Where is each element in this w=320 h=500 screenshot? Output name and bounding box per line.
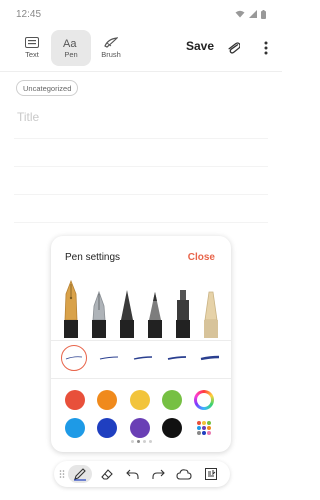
ruled-line xyxy=(14,222,268,223)
close-button[interactable]: Close xyxy=(188,252,215,263)
keyboard-icon xyxy=(25,37,39,48)
stroke-size-option[interactable] xyxy=(163,340,191,376)
stroke-size-option[interactable] xyxy=(196,340,224,376)
pencil-icon[interactable] xyxy=(145,280,165,338)
battery-icon xyxy=(261,9,266,19)
color-swatch-yellow[interactable] xyxy=(130,390,150,410)
page-dot xyxy=(142,440,146,443)
pen-tool-icon[interactable] xyxy=(68,465,92,483)
page-dot xyxy=(148,440,152,443)
stroke-preview-icon xyxy=(133,356,153,360)
insert-icon[interactable] xyxy=(202,465,220,483)
eraser-icon[interactable] xyxy=(98,465,116,483)
top-toolbar: Text Aa Pen Brush Save xyxy=(0,30,282,68)
color-swatch-black[interactable] xyxy=(162,418,182,438)
highlighter-icon[interactable] xyxy=(201,280,221,338)
drawing-toolbar xyxy=(54,461,230,487)
status-bar: 12:45 xyxy=(0,0,282,28)
stroke-preview-icon xyxy=(65,356,83,360)
fountain-pen-icon[interactable] xyxy=(61,280,81,338)
title-field[interactable]: Title xyxy=(17,110,39,124)
color-swatch-orange[interactable] xyxy=(97,390,117,410)
ruled-line xyxy=(14,138,268,139)
pen-mode-button[interactable]: Aa Pen xyxy=(51,30,91,66)
stroke-size-option[interactable] xyxy=(60,340,88,376)
brush-icon xyxy=(104,37,118,48)
attach-icon[interactable] xyxy=(228,40,240,56)
signal-icon xyxy=(249,10,257,18)
page-dot-active xyxy=(136,440,140,443)
shape-icon[interactable] xyxy=(175,465,193,483)
text-mode-label: Text xyxy=(25,50,39,59)
page-indicator xyxy=(51,440,231,443)
color-wheel-center xyxy=(197,393,211,407)
stroke-size-row xyxy=(51,340,231,376)
wifi-icon xyxy=(235,10,245,18)
svg-text:Aa: Aa xyxy=(63,38,77,48)
toolbar-divider xyxy=(0,71,282,72)
brush-mode-button[interactable]: Brush xyxy=(91,30,131,66)
marker-icon[interactable] xyxy=(173,280,193,338)
color-swatch-red[interactable] xyxy=(65,390,85,410)
pen-settings-title: Pen settings xyxy=(65,252,121,263)
color-palette xyxy=(51,384,231,440)
pen-settings-panel: Pen settings Close xyxy=(51,236,231,452)
color-swatch-green[interactable] xyxy=(162,390,182,410)
pen-type-row xyxy=(51,280,231,338)
color-wheel-icon[interactable] xyxy=(194,390,214,410)
palette-grid-icon[interactable] xyxy=(194,418,214,438)
page-dot xyxy=(130,440,134,443)
category-label: Uncategorized xyxy=(23,83,72,93)
redo-icon[interactable] xyxy=(149,465,167,483)
grip-icon[interactable] xyxy=(58,465,66,483)
color-swatch-blue[interactable] xyxy=(97,418,117,438)
selected-stroke-indicator xyxy=(61,345,87,371)
text-mode-button[interactable]: Text xyxy=(12,30,52,66)
stroke-preview-icon xyxy=(99,356,119,360)
status-time: 12:45 xyxy=(16,8,42,20)
stroke-preview-icon xyxy=(200,355,220,361)
pen-text-icon: Aa xyxy=(63,38,77,48)
category-chip[interactable]: Uncategorized xyxy=(16,80,79,96)
status-icons xyxy=(235,9,266,19)
stroke-preview-icon xyxy=(167,356,187,360)
stroke-size-option[interactable] xyxy=(95,340,123,376)
pen-icon[interactable] xyxy=(117,280,137,338)
stroke-size-option[interactable] xyxy=(129,340,157,376)
more-options-icon[interactable] xyxy=(264,40,268,56)
save-button[interactable]: Save xyxy=(186,39,214,53)
pen-mode-label: Pen xyxy=(64,50,78,59)
calligraphy-pen-icon[interactable] xyxy=(89,280,109,338)
brush-mode-label: Brush xyxy=(101,50,121,59)
ruled-line xyxy=(14,194,268,195)
panel-divider xyxy=(51,378,231,379)
color-swatch-purple[interactable] xyxy=(130,418,150,438)
undo-icon[interactable] xyxy=(124,465,142,483)
ruled-line xyxy=(14,166,268,167)
color-swatch-light-blue[interactable] xyxy=(65,418,85,438)
